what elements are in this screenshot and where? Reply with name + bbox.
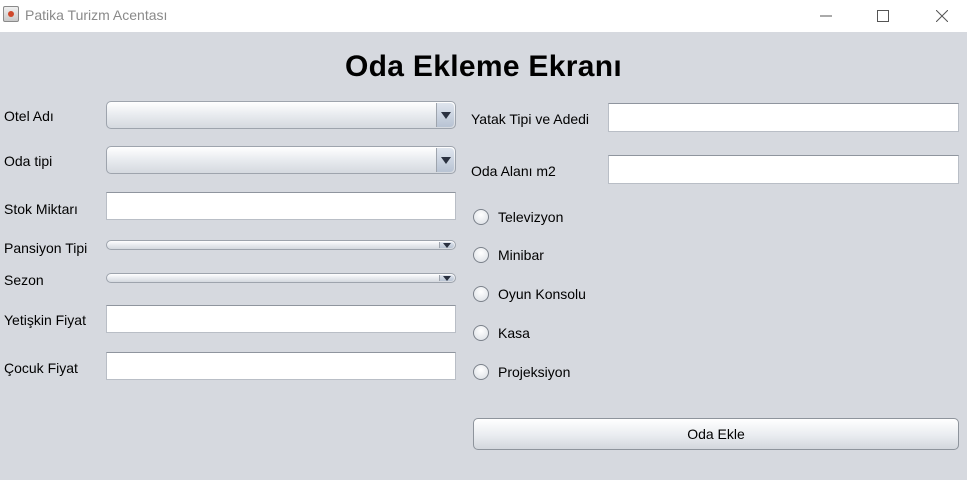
- minibar-label: Minibar: [498, 247, 544, 263]
- oda-alani-field[interactable]: [608, 155, 959, 184]
- title-bar: Patika Turizm Acentası: [0, 0, 967, 32]
- window-title: Patika Turizm Acentası: [25, 7, 168, 23]
- televizyon-radio[interactable]: Televizyon: [473, 207, 563, 227]
- oyun-konsolu-label: Oyun Konsolu: [498, 286, 586, 302]
- chevron-down-icon: [439, 275, 454, 281]
- oda-ekle-button[interactable]: Oda Ekle: [473, 418, 959, 450]
- minimize-icon: [820, 15, 832, 17]
- stok-miktari-field[interactable]: [106, 192, 456, 220]
- radio-circle-icon: [473, 209, 489, 225]
- page-title: Oda Ekleme Ekranı: [345, 50, 622, 83]
- maximize-icon: [877, 10, 889, 22]
- radio-circle-icon: [473, 247, 489, 263]
- otel-adi-label: Otel Adı: [4, 108, 54, 124]
- kasa-radio[interactable]: Kasa: [473, 323, 530, 343]
- projeksiyon-label: Projeksiyon: [498, 364, 571, 380]
- otel-adi-combo[interactable]: [106, 101, 456, 129]
- televizyon-label: Televizyon: [498, 209, 564, 225]
- stok-miktari-label: Stok Miktarı: [4, 201, 78, 217]
- cocuk-fiyat-field[interactable]: [106, 352, 456, 380]
- minibar-radio[interactable]: Minibar: [473, 245, 544, 265]
- oyun-konsolu-radio[interactable]: Oyun Konsolu: [473, 284, 586, 304]
- yatak-tipi-field[interactable]: [608, 103, 959, 132]
- yetiskin-fiyat-field[interactable]: [106, 305, 456, 333]
- sezon-label: Sezon: [4, 272, 44, 288]
- kasa-label: Kasa: [498, 325, 530, 341]
- radio-circle-icon: [473, 286, 489, 302]
- radio-circle-icon: [473, 325, 489, 341]
- oda-tipi-label: Oda tipi: [4, 153, 53, 169]
- radio-circle-icon: [473, 364, 489, 380]
- projeksiyon-radio[interactable]: Projeksiyon: [473, 362, 570, 382]
- sezon-combo[interactable]: [106, 273, 456, 283]
- pansiyon-tipi-combo[interactable]: [106, 240, 456, 250]
- chevron-down-icon: [439, 242, 454, 248]
- java-cup-icon: [3, 6, 19, 22]
- close-icon: [936, 10, 948, 22]
- yatak-tipi-label: Yatak Tipi ve Adedi: [471, 111, 590, 127]
- chevron-down-icon: [436, 148, 454, 172]
- yetiskin-fiyat-label: Yetişkin Fiyat: [4, 312, 86, 328]
- pansiyon-tipi-label: Pansiyon Tipi: [4, 240, 88, 256]
- oda-alani-label: Oda Alanı m2: [471, 163, 556, 179]
- chevron-down-icon: [436, 103, 454, 127]
- oda-tipi-combo[interactable]: [106, 146, 456, 174]
- minimize-button[interactable]: [803, 0, 849, 32]
- maximize-button[interactable]: [860, 0, 906, 32]
- cocuk-fiyat-label: Çocuk Fiyat: [4, 360, 78, 376]
- close-button[interactable]: [919, 0, 965, 32]
